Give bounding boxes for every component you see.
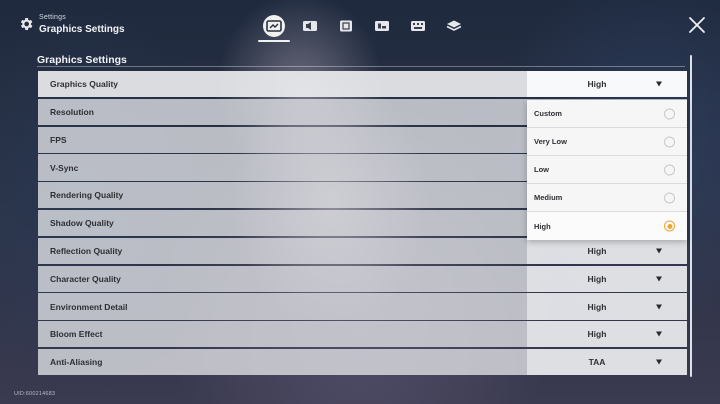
tab-keyboard[interactable] [400, 12, 436, 40]
setting-label: Bloom Effect [50, 329, 103, 340]
setting-label: Anti-Aliasing [50, 357, 103, 368]
section-title: Graphics Settings [37, 54, 127, 66]
section-divider [37, 66, 685, 67]
setting-dropdown[interactable]: High [527, 293, 687, 320]
chevron-down-icon [656, 331, 662, 337]
page-title: Graphics Settings [39, 24, 125, 35]
setting-label: FPS [50, 134, 67, 145]
setting-dropdown[interactable]: High [527, 71, 687, 98]
tab-controls[interactable] [364, 12, 400, 40]
chevron-down-icon [656, 304, 662, 310]
header: Settings Graphics Settings [0, 0, 720, 52]
graphics-quality-dropdown-menu: Custom Very Low Low Medium High [527, 100, 687, 240]
setting-label: Shadow Quality [50, 218, 114, 229]
settings-tabs [256, 12, 472, 42]
setting-row-graphics-quality[interactable]: Graphics Quality High [38, 71, 687, 98]
setting-row-anti-aliasing[interactable]: Anti-Aliasing TAA [38, 348, 687, 376]
chevron-down-icon [656, 81, 662, 87]
option-high[interactable]: High [527, 212, 687, 240]
setting-label: V-Sync [50, 162, 79, 173]
setting-row-character-quality[interactable]: Character Quality High [38, 265, 687, 292]
setting-label: Character Quality [50, 273, 121, 284]
other-icon [446, 20, 462, 31]
setting-label: Reflection Quality [50, 245, 123, 256]
uid-label: UID:600214683 [14, 391, 56, 397]
option-label: Low [534, 165, 549, 174]
controls-icon [375, 21, 389, 31]
radio-button[interactable] [664, 108, 675, 119]
chevron-down-icon [656, 359, 662, 365]
option-label: High [534, 221, 551, 231]
setting-value: High [587, 301, 607, 312]
tab-audio[interactable] [292, 12, 328, 40]
setting-dropdown[interactable]: High [527, 237, 687, 265]
radio-button[interactable] [664, 192, 675, 203]
option-label: Very Low [534, 137, 567, 146]
language-icon [340, 20, 352, 32]
scrollbar[interactable] [690, 55, 692, 377]
setting-value: High [587, 329, 607, 340]
tab-other[interactable] [436, 12, 472, 40]
option-label: Custom [534, 109, 562, 118]
setting-value: TAA [588, 357, 606, 368]
setting-dropdown[interactable]: High [527, 265, 687, 292]
tab-display[interactable] [256, 12, 292, 42]
setting-dropdown[interactable]: TAA [527, 348, 687, 376]
setting-row-environment-detail[interactable]: Environment Detail High [38, 293, 687, 320]
setting-row-reflection-quality[interactable]: Reflection Quality High [38, 237, 687, 265]
breadcrumb: Settings [39, 14, 66, 21]
close-icon[interactable] [688, 16, 706, 34]
setting-label: Environment Detail [50, 301, 128, 312]
setting-label: Graphics Quality [50, 79, 119, 90]
chevron-down-icon [656, 248, 662, 254]
keyboard-icon [411, 21, 425, 31]
radio-button[interactable] [664, 164, 675, 175]
setting-value: High [587, 79, 607, 90]
option-medium[interactable]: Medium [527, 184, 687, 212]
chevron-down-icon [656, 276, 662, 282]
radio-button-selected[interactable] [664, 220, 675, 232]
setting-label: Rendering Quality [50, 190, 124, 201]
option-custom[interactable]: Custom [527, 100, 687, 128]
option-label: Medium [534, 193, 563, 202]
option-very-low[interactable]: Very Low [527, 128, 687, 156]
display-icon [266, 20, 282, 32]
option-low[interactable]: Low [527, 156, 687, 184]
setting-value: High [587, 245, 607, 256]
tab-language[interactable] [328, 12, 364, 40]
audio-icon [303, 21, 317, 31]
setting-row-bloom-effect[interactable]: Bloom Effect High [38, 321, 687, 348]
setting-value: High [587, 273, 607, 284]
setting-dropdown[interactable]: High [527, 321, 687, 348]
radio-button[interactable] [664, 136, 675, 147]
setting-label: Resolution [50, 106, 94, 117]
gear-icon [20, 18, 33, 30]
